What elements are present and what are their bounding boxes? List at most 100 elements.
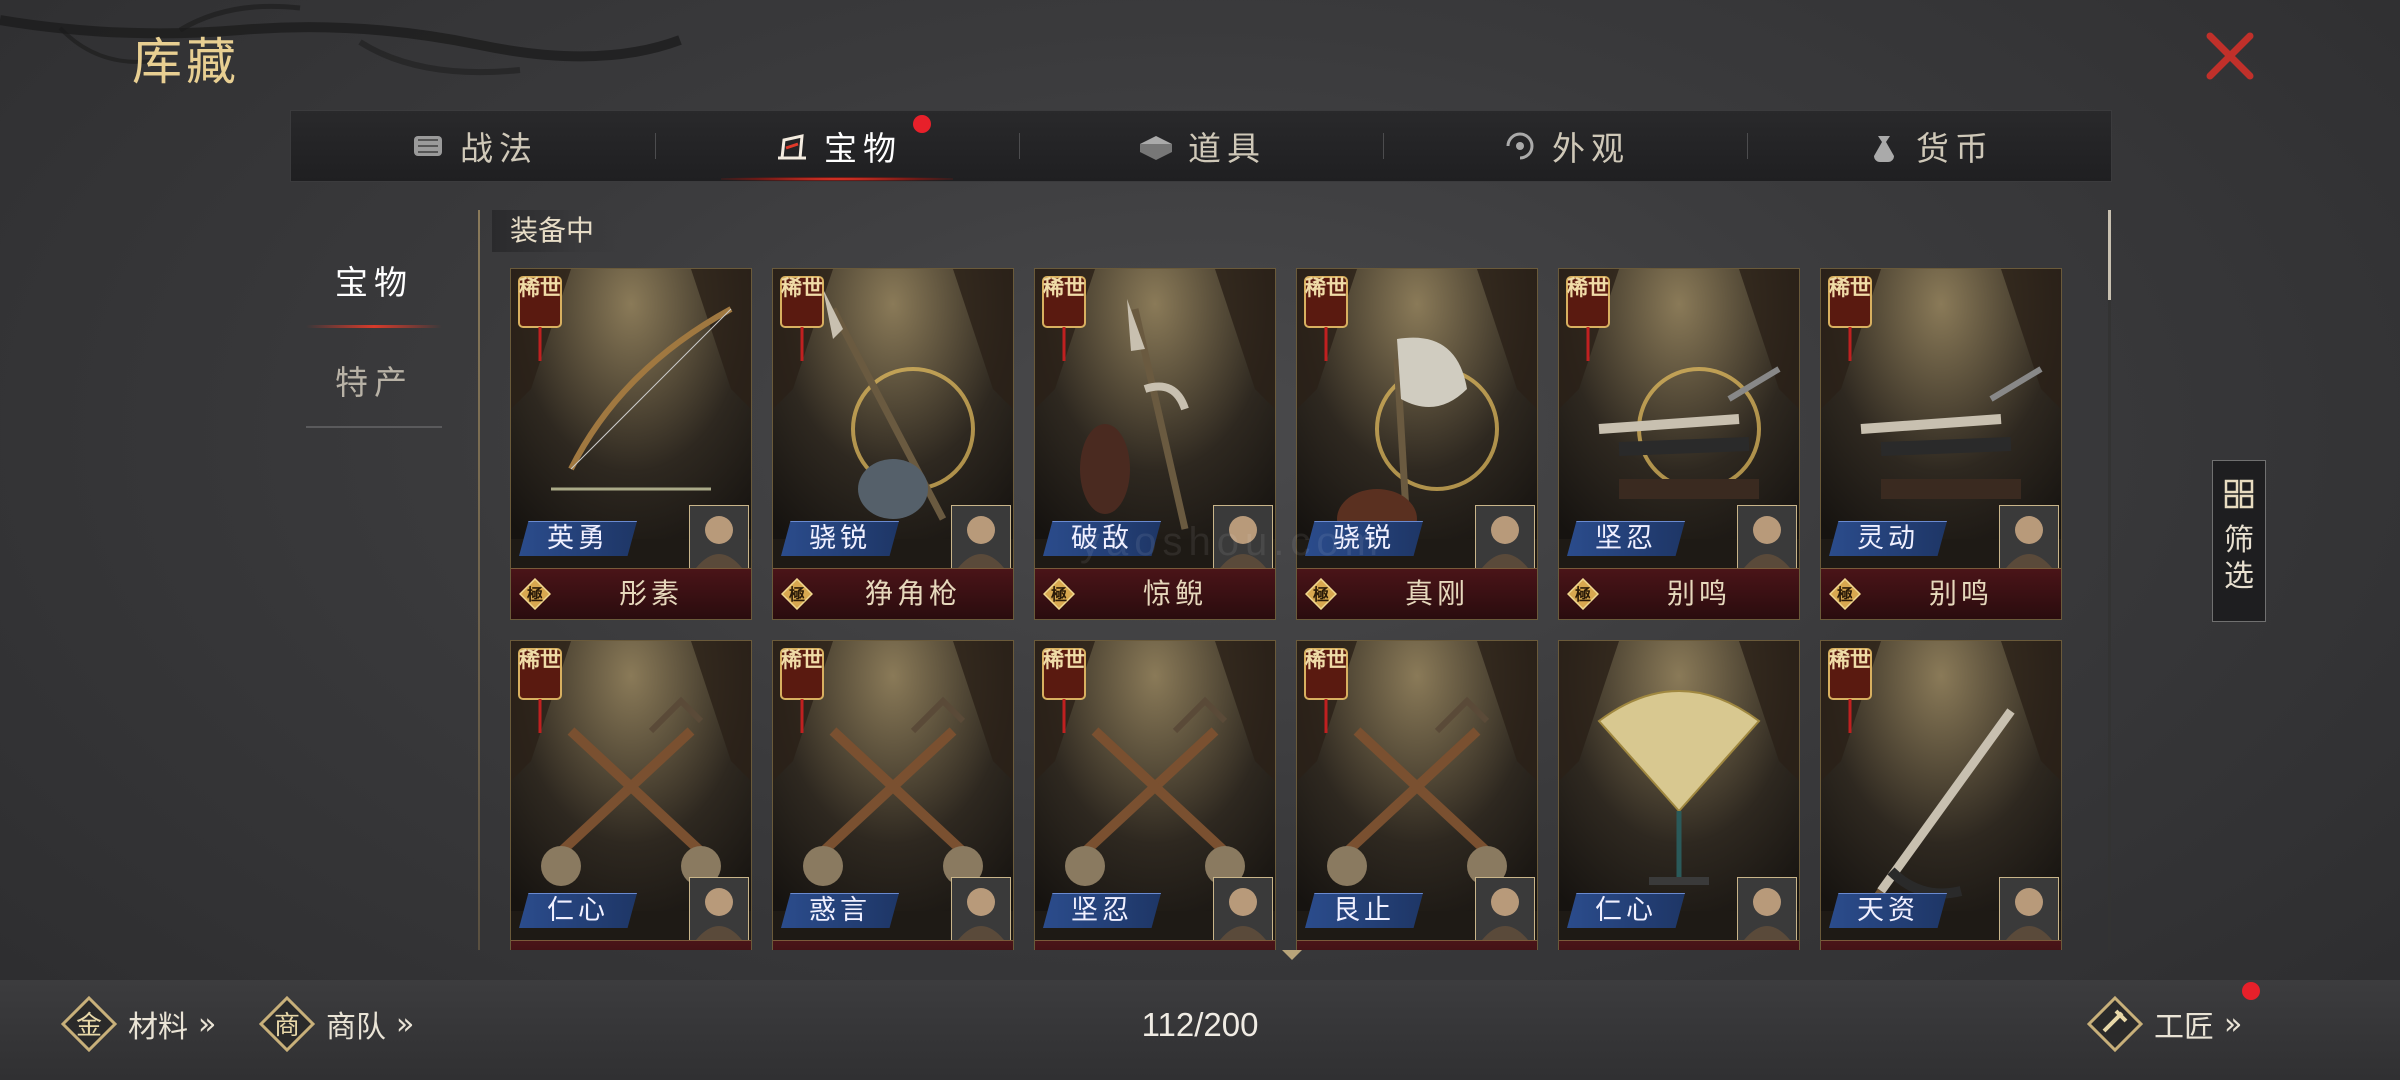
- filter-label: 筛选: [2224, 523, 2254, 594]
- rarity-label: 稀世: [1043, 275, 1085, 300]
- treasure-card[interactable]: 稀世灵动極 别鸣: [1820, 268, 2062, 620]
- rarity-label: 稀世: [1305, 275, 1347, 300]
- treasure-card[interactable]: 稀世英勇極 彤素: [510, 268, 752, 620]
- tab-currency[interactable]: 货币: [1747, 111, 2111, 181]
- general-portrait-avatar: [1213, 877, 1273, 941]
- treasure-card[interactable]: 稀世 天资: [1820, 640, 2062, 950]
- scroll-down-indicator-icon: [1282, 950, 1302, 960]
- scrollbar-thumb[interactable]: [2108, 210, 2111, 300]
- close-icon[interactable]: [2200, 26, 2260, 86]
- caravan-button[interactable]: 商 商队 »: [258, 995, 415, 1053]
- general-portrait-avatar: [689, 877, 749, 941]
- chevron-double-right-icon: »: [2224, 1006, 2243, 1042]
- item-name-bar: 極 惊鲵: [1035, 568, 1275, 619]
- tab-label: 战法: [460, 129, 538, 168]
- skill-tag: 仁心: [519, 893, 637, 928]
- materials-icon-glyph: 金: [76, 1011, 102, 1041]
- grade-label: 極: [1312, 585, 1329, 604]
- rarity-label: 稀世: [519, 275, 561, 300]
- caravan-label: 商队: [326, 1010, 386, 1045]
- notification-dot: [2242, 982, 2260, 1000]
- skill-tag: 坚忍: [1567, 521, 1685, 556]
- filter-grid-icon: [2224, 479, 2254, 509]
- tab-label: 货币: [1916, 129, 1994, 168]
- tab-appearance[interactable]: 外观: [1383, 111, 1747, 181]
- materials-button[interactable]: 金 材料 »: [60, 995, 217, 1053]
- materials-icon: 金: [60, 995, 118, 1053]
- item-name-bar: 極 别鸣: [1821, 568, 2061, 619]
- item-name: [1867, 941, 2055, 950]
- treasure-card[interactable]: 稀世 仁心: [510, 640, 752, 950]
- item-name: [1081, 941, 1269, 950]
- treasure-card[interactable]: 稀世骁锐極 狰角枪: [772, 268, 1014, 620]
- watermark: yaoshou.com: [1080, 520, 1384, 564]
- item-name: 狰角枪: [864, 577, 961, 610]
- page-title: 库藏: [132, 33, 240, 91]
- item-name-bar: [1559, 940, 1799, 950]
- item-name-bar: 極 别鸣: [1559, 568, 1799, 619]
- sidebar-item-specialty[interactable]: 特产: [306, 330, 442, 430]
- skill-tag: 英勇: [519, 521, 637, 556]
- chevron-double-right-icon: »: [396, 1006, 415, 1042]
- rarity-label: 稀世: [781, 275, 823, 300]
- skill-tag: 惑言: [781, 893, 899, 928]
- item-name-bar: [773, 940, 1013, 950]
- scrollbar[interactable]: [2108, 210, 2111, 950]
- item-name: 彤素: [618, 577, 683, 610]
- general-portrait-avatar: [1475, 877, 1535, 941]
- chevron-double-right-icon: »: [198, 1006, 217, 1042]
- item-name: [819, 941, 1007, 950]
- treasure-card[interactable]: 稀世 破敌極惊鲵: [1034, 268, 1276, 620]
- tab-items[interactable]: 道具: [1019, 111, 1383, 181]
- sidebar-item-treasure[interactable]: 宝物: [306, 230, 442, 330]
- craftsman-button[interactable]: 工匠 »: [2086, 995, 2243, 1053]
- treasure-card[interactable]: 稀世 惑言: [772, 640, 1014, 950]
- inventory-count: 112/200: [1141, 1006, 1259, 1043]
- treasure-icon: [778, 134, 806, 160]
- item-box-icon: [1140, 136, 1172, 160]
- scroll-icon: [414, 136, 442, 156]
- craftsman-label: 工匠: [2154, 1010, 2214, 1045]
- item-name-bar: [1035, 940, 1275, 950]
- item-name: 惊鲵: [1142, 577, 1207, 610]
- general-portrait-avatar: [689, 505, 749, 569]
- panel-divider: [478, 210, 480, 950]
- rarity-label: 稀世: [1829, 647, 1871, 672]
- skill-tag: 灵动: [1829, 521, 1947, 556]
- item-name: 别鸣: [1928, 577, 1993, 610]
- item-name-bar: [1297, 940, 1537, 950]
- craftsman-icon: [2086, 995, 2144, 1053]
- rarity-label: 稀世: [519, 647, 561, 672]
- category-tabs: 战法 宝物 道具 外观 货币: [290, 110, 2112, 182]
- item-name: [557, 941, 745, 950]
- item-name: [1343, 941, 1531, 950]
- item-name-bar: 極 狰角枪: [773, 568, 1013, 619]
- skill-tag: 骁锐: [781, 521, 899, 556]
- treasure-card[interactable]: 仁心: [1558, 640, 1800, 950]
- general-portrait-avatar: [1475, 505, 1535, 569]
- grade-label: 極: [526, 585, 543, 604]
- general-portrait-avatar: [1999, 877, 2059, 941]
- general-portrait-avatar: [1999, 505, 2059, 569]
- rarity-label: 稀世: [1043, 647, 1085, 672]
- appearance-icon: [1506, 132, 1534, 160]
- caravan-icon: 商: [258, 995, 316, 1053]
- skill-tag: 天资: [1829, 893, 1947, 928]
- treasure-card[interactable]: 稀世 骁锐極真刚: [1296, 268, 1538, 620]
- treasure-card[interactable]: 稀世坚忍極 别鸣: [1558, 268, 1800, 620]
- item-name: 别鸣: [1666, 577, 1731, 610]
- tab-tactics[interactable]: 战法: [291, 111, 655, 181]
- rarity-label: 稀世: [1829, 275, 1871, 300]
- grade-label: 極: [1050, 585, 1067, 604]
- rarity-label: 稀世: [781, 647, 823, 672]
- treasure-card[interactable]: 稀世 艮止: [1296, 640, 1538, 950]
- treasure-card[interactable]: 稀世 坚忍: [1034, 640, 1276, 950]
- grade-label: 極: [1836, 585, 1853, 604]
- tab-treasure[interactable]: 宝物: [655, 111, 1019, 181]
- filter-button[interactable]: 筛选: [2212, 460, 2266, 622]
- grade-label: 極: [1574, 585, 1591, 604]
- general-portrait-avatar: [1737, 877, 1797, 941]
- rarity-label: 稀世: [1567, 275, 1609, 300]
- treasure-grid: 稀世 英勇極彤素 稀世 骁锐極狰角枪 稀世 破敌極惊鲵 稀世 骁锐極真刚 稀世 坚忍極别鸣 稀世 灵动…: [510, 268, 2062, 950]
- section-equipped-label: 装备中: [492, 210, 623, 252]
